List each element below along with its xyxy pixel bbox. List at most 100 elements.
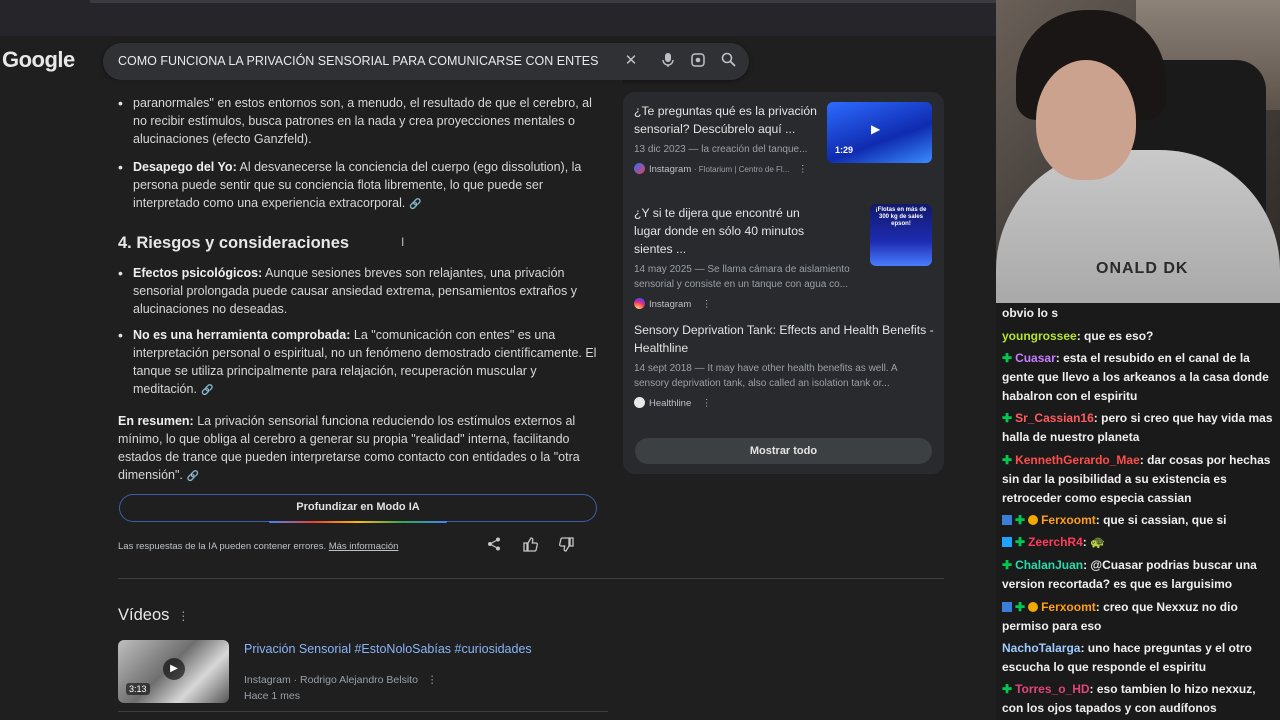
text-cursor-icon: I	[401, 235, 405, 249]
badge-icon: ✚	[1002, 351, 1013, 365]
share-icon[interactable]	[487, 537, 501, 554]
chat-text: obvio lo s	[1002, 306, 1059, 320]
source-desc: 14 sept 2018 — It may have other health …	[634, 363, 897, 389]
search-box[interactable]: COMO FUNCIONA LA PRIVACIÓN SENSORIAL PAR…	[103, 43, 749, 80]
video-divider	[118, 711, 608, 712]
source-site: Instagram	[649, 164, 692, 175]
video-thumbnail[interactable]: ▶ 3:13	[118, 640, 229, 703]
video-title-link[interactable]: Privación Sensorial #EstoNoloSabías #cur…	[244, 642, 532, 656]
link-icon[interactable]: 🔗	[409, 199, 421, 210]
chat-username[interactable]: KennethGerardo_Mae	[1015, 453, 1140, 467]
videos-heading: Vídeos ⋮	[118, 606, 189, 625]
chat-username[interactable]: ChalanJuan	[1015, 558, 1083, 572]
lens-icon[interactable]	[689, 52, 707, 70]
thumb-text: ¡Flotas en más de 300 kg de sales epson!	[875, 207, 927, 227]
chat-username[interactable]: youngrossee	[1002, 329, 1077, 343]
disclaimer-text: Las respuestas de la IA pueden contener …	[118, 541, 327, 552]
badge-icon: ✚	[1002, 682, 1013, 696]
video-meta: Instagram · Rodrigo Alejandro Belsito ⋮ …	[244, 672, 437, 704]
chat-message: NachoTalarga: uno hace preguntas y el ot…	[1002, 639, 1278, 677]
list-item: Desapego del Yo: Al desvanecerse la conc…	[118, 158, 598, 214]
show-all-button[interactable]: Mostrar todo	[635, 438, 932, 464]
badge-icon	[1002, 515, 1012, 525]
healthline-icon	[634, 397, 645, 408]
streamer-face	[1036, 60, 1136, 180]
sources-panel: ¿Te preguntas qué es la privación sensor…	[623, 92, 944, 474]
badge-icon: ✚	[1002, 558, 1013, 572]
source-site: Instagram	[649, 299, 692, 310]
ai-disclaimer: Las respuestas de la IA pueden contener …	[118, 541, 398, 552]
video-age: Hace 1 mes	[244, 690, 301, 702]
source-title[interactable]: ¿Y si te dijera que encontré un lugar do…	[634, 204, 824, 258]
chat-username[interactable]: NachoTalarga	[1002, 641, 1080, 655]
thumbs-up-icon[interactable]	[523, 537, 538, 555]
badge-icon: ✚	[1015, 600, 1026, 614]
chat-message: youngrossee: que es eso?	[1002, 327, 1278, 346]
site-favicon-icon	[634, 163, 645, 174]
search-input[interactable]: COMO FUNCIONA LA PRIVACIÓN SENSORIAL PAR…	[118, 54, 598, 68]
chat-message: ✚ ZeerchR4: 🐢	[1002, 533, 1278, 552]
rainbow-underline	[269, 521, 447, 523]
source-title[interactable]: Sensory Deprivation Tank: Effects and He…	[634, 321, 934, 357]
badge-icon	[1028, 515, 1039, 525]
more-options-icon[interactable]: ⋮	[702, 398, 712, 409]
link-icon[interactable]: 🔗	[187, 471, 199, 482]
source-card-3[interactable]: Sensory Deprivation Tank: Effects and He…	[634, 321, 934, 409]
chat-message: obvio lo s	[1002, 304, 1278, 323]
bullet-list-ego: Desapego del Yo: Al desvanecerse la conc…	[118, 158, 598, 214]
bullet-title: No es una herramienta comprobada:	[133, 328, 351, 342]
badge-icon	[1028, 602, 1039, 612]
video-source: Instagram · Rodrigo Alejandro Belsito	[244, 674, 418, 686]
source-card-1[interactable]: ¿Te preguntas qué es la privación sensor…	[634, 102, 934, 175]
source-site-row: Instagram ⋮	[634, 298, 934, 310]
browser-window: Google COMO FUNCIONA LA PRIVACIÓN SENSOR…	[0, 0, 996, 720]
source-site-row: Healthline ⋮	[634, 397, 934, 409]
top-paragraph-tail: paranormales" en estos entornos son, a m…	[118, 94, 598, 148]
source-desc: 13 dic 2023 — la creación del tanque...	[634, 144, 808, 155]
more-info-link[interactable]: Más información	[329, 541, 399, 552]
chat-username[interactable]: Ferxoomt	[1041, 600, 1096, 614]
thumb-duration: 1:29	[835, 145, 854, 155]
chat-username[interactable]: Sr_Cassian16	[1015, 411, 1094, 425]
google-logo[interactable]: Google	[2, 47, 75, 73]
chat-username[interactable]: Ferxoomt	[1041, 513, 1096, 527]
hoodie-print: ONALD DK	[1096, 260, 1189, 277]
videos-heading-text: Vídeos	[118, 606, 170, 624]
source-sub: · Flotarium | Centro de Fl...	[693, 165, 790, 174]
source-thumbnail[interactable]: ▶ 1:29	[827, 102, 932, 163]
list-item: Efectos psicológicos: Aunque sesiones br…	[118, 264, 598, 318]
chat-username[interactable]: Torres_o_HD	[1015, 682, 1089, 696]
summary-paragraph: En resumen: La privación sensorial funci…	[118, 412, 598, 486]
chat-username[interactable]: Cuasar	[1015, 351, 1056, 365]
more-options-icon[interactable]: ⋮	[177, 609, 189, 623]
section-heading: 4. Riesgos y consideraciones	[118, 234, 350, 252]
deep-dive-label: Profundizar en Modo IA	[296, 501, 420, 513]
microphone-icon[interactable]	[659, 52, 677, 70]
more-options-icon[interactable]: ⋮	[427, 674, 438, 686]
badge-icon	[1002, 537, 1012, 547]
search-icon[interactable]	[719, 52, 737, 70]
source-site-row: Instagram · Flotarium | Centro de Fl... …	[634, 163, 934, 175]
thumbs-down-icon[interactable]	[559, 537, 574, 555]
source-desc: 14 may 2025 — Se llama cámara de aislami…	[634, 264, 850, 290]
webcam-overlay: ONALD DK	[996, 0, 1280, 303]
more-options-icon[interactable]: ⋮	[798, 164, 808, 175]
more-options-icon[interactable]: ⋮	[702, 299, 712, 310]
badge-icon: ✚	[1002, 411, 1013, 425]
video-duration: 3:13	[126, 683, 150, 695]
link-icon[interactable]: 🔗	[201, 385, 213, 396]
chat-username[interactable]: ZeerchR4	[1028, 535, 1083, 549]
top-paragraph-text: paranormales" en estos entornos son, a m…	[133, 96, 592, 146]
close-icon[interactable]: ✕	[622, 52, 640, 70]
summary-title: En resumen:	[118, 414, 194, 428]
chat-message: ✚ Torres_o_HD: eso tambien lo hizo nexxuz…	[1002, 680, 1278, 718]
source-thumbnail[interactable]: ¡Flotas en más de 300 kg de sales epson!	[870, 204, 932, 266]
deep-dive-ai-mode-button[interactable]: Profundizar en Modo IA	[118, 493, 598, 523]
badge-icon: ✚	[1002, 453, 1013, 467]
chat-text: : 🐢	[1082, 535, 1106, 549]
chat-message: ✚ Ferxoomt: creo que Nexxuz no dio permis…	[1002, 598, 1278, 636]
badge-icon: ✚	[1015, 513, 1026, 527]
section-divider	[118, 578, 944, 579]
source-title[interactable]: ¿Te preguntas qué es la privación sensor…	[634, 102, 824, 138]
chat-message: ✚ KennethGerardo_Mae: dar cosas por hecha…	[1002, 451, 1278, 508]
